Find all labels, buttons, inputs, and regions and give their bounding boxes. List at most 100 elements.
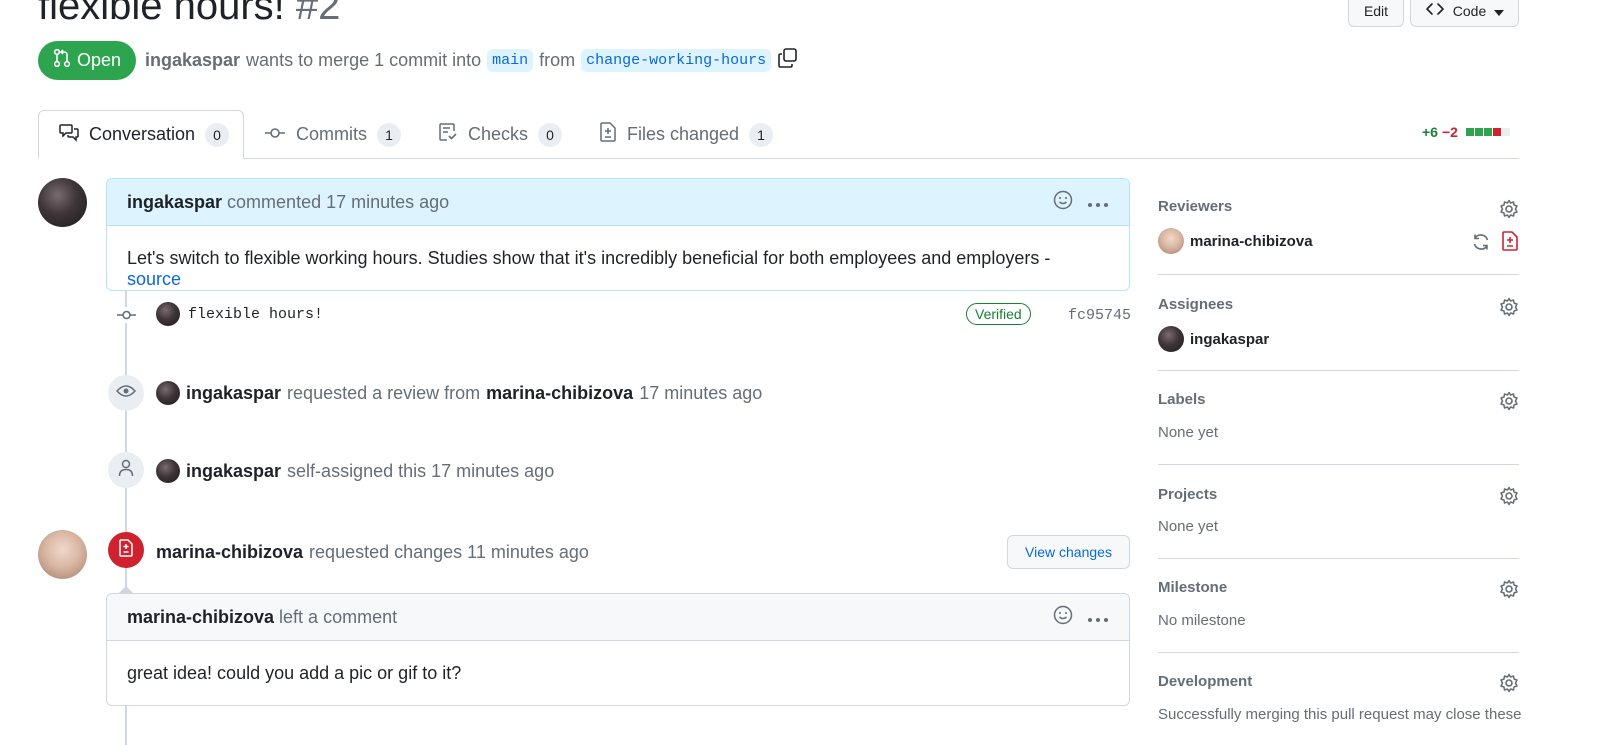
assign-event: ingakaspar self-assigned this 17 minutes… — [186, 459, 554, 483]
sidebar-development: Development Successfully merging this pu… — [1158, 673, 1522, 745]
event-target[interactable]: marina-chibizova — [486, 383, 633, 404]
sidebar-reviewers-title[interactable]: Reviewers — [1158, 198, 1519, 215]
tab-files-changed-label: Files changed — [627, 124, 740, 144]
tab-checks-count: 0 — [538, 122, 563, 147]
source-link[interactable]: source — [127, 269, 181, 289]
comment-body-text: Let's switch to flexible working hours. … — [127, 248, 1051, 268]
event-time[interactable]: 17 minutes ago — [639, 383, 762, 404]
sidebar-milestone-title[interactable]: Milestone — [1158, 579, 1519, 596]
tab-files-changed[interactable]: Files changed 1 — [579, 110, 793, 159]
file-diff-icon — [599, 122, 617, 147]
diff-bar-segment — [1483, 128, 1492, 136]
avatar — [1158, 228, 1184, 254]
projects-value: None yet — [1158, 518, 1219, 535]
diff-additions: +6 — [1422, 124, 1438, 140]
tab-conversation[interactable]: Conversation 0 — [38, 110, 244, 159]
diff-bar-segment — [1465, 128, 1474, 136]
sync-icon[interactable] — [1471, 232, 1491, 257]
sidebar-labels-title[interactable]: Labels — [1158, 391, 1519, 408]
state-label: Open — [77, 50, 122, 70]
smiley-icon[interactable] — [1053, 605, 1073, 630]
comment-discussion-icon — [59, 122, 79, 147]
copy-icon[interactable] — [777, 47, 799, 74]
git-pull-request-icon — [53, 48, 71, 73]
event-actor[interactable]: ingakaspar — [186, 383, 281, 404]
reviewer-item[interactable]: marina-chibizova — [1158, 228, 1313, 254]
avatar[interactable] — [38, 530, 87, 579]
event-actor[interactable]: ingakaspar — [186, 461, 281, 482]
changes-requested-icon — [1501, 231, 1519, 256]
kebab-horizontal-icon[interactable] — [1087, 192, 1109, 213]
tab-commits-count: 1 — [377, 122, 401, 147]
sidebar-divider — [1158, 370, 1519, 371]
avatar[interactable] — [156, 302, 180, 326]
comment-meta: left a comment — [279, 606, 398, 627]
code-button-label: Code — [1452, 2, 1487, 19]
comment-header: ingakaspar commented 17 minutes ago — [107, 179, 1129, 226]
diff-bar-segment — [1474, 128, 1483, 136]
event-actor[interactable]: marina-chibizova — [156, 542, 303, 563]
commit-message[interactable]: flexible hours! — [188, 306, 323, 323]
from-text: from — [539, 49, 576, 70]
verified-badge[interactable]: Verified — [966, 303, 1031, 325]
diffstat: +6 −2 — [1422, 124, 1510, 140]
git-commit-icon — [264, 124, 286, 145]
sidebar-development-title[interactable]: Development — [1158, 673, 1519, 690]
merge-summary: ingakaspar wants to merge 1 commit into … — [145, 47, 799, 73]
code-button[interactable]: Code — [1410, 0, 1519, 27]
comment-header: marina-chibizova left a comment — [107, 594, 1129, 641]
gear-icon[interactable] — [1499, 391, 1519, 416]
caret-down-icon — [1494, 3, 1505, 19]
avatar — [1158, 326, 1184, 352]
comment-author[interactable]: ingakaspar — [127, 192, 222, 213]
event-text: self-assigned this 17 minutes ago — [287, 460, 555, 481]
edit-button[interactable]: Edit — [1348, 0, 1404, 27]
pr-title: flexible hours! #2 — [38, 0, 340, 26]
tab-checks-label: Checks — [468, 124, 529, 144]
state-badge: Open — [38, 41, 136, 80]
sidebar-assignees-title[interactable]: Assignees — [1158, 296, 1519, 313]
edit-button-label: Edit — [1363, 2, 1389, 19]
avatar[interactable] — [38, 178, 87, 227]
development-value: Successfully merging this pull request m… — [1158, 706, 1522, 723]
sidebar-projects: Projects None yet — [1158, 486, 1519, 546]
tab-commits-label: Commits — [296, 124, 367, 144]
person-icon — [118, 459, 134, 482]
gear-icon[interactable] — [1499, 199, 1519, 224]
tab-checks[interactable]: Checks 0 — [418, 110, 582, 159]
tab-commits[interactable]: Commits 1 — [244, 110, 421, 159]
gear-icon[interactable] — [1499, 579, 1519, 604]
comment-body: great idea! could you add a pic or gif t… — [127, 663, 462, 683]
sidebar-reviewers: Reviewers marina-chibizova — [1158, 198, 1519, 258]
gear-icon[interactable] — [1499, 297, 1519, 322]
pr-author-link[interactable]: ingakaspar — [145, 50, 240, 71]
git-commit-icon — [117, 307, 136, 323]
comment: marina-chibizova left a comment great id… — [106, 593, 1130, 706]
sidebar-divider — [1158, 558, 1519, 559]
file-diff-icon — [118, 538, 134, 562]
timeline-badge — [108, 532, 144, 568]
head-branch[interactable]: change-working-hours — [581, 48, 772, 72]
comment-body: Let's switch to flexible working hours. … — [107, 226, 1129, 312]
assignee-name: ingakaspar — [1190, 330, 1270, 348]
avatar[interactable] — [156, 459, 180, 483]
kebab-horizontal-icon[interactable] — [1087, 607, 1109, 628]
gear-icon[interactable] — [1499, 486, 1519, 511]
assignee-item[interactable]: ingakaspar — [1158, 326, 1269, 352]
comment-author[interactable]: marina-chibizova — [127, 607, 274, 628]
reviewer-name: marina-chibizova — [1190, 232, 1313, 250]
sidebar-divider — [1158, 652, 1519, 653]
commit-sha[interactable]: fc95745 — [1068, 307, 1131, 324]
timeline-badge — [108, 375, 144, 411]
diff-bar-segment — [1501, 128, 1510, 136]
gear-icon[interactable] — [1499, 673, 1519, 698]
sidebar-projects-title[interactable]: Projects — [1158, 486, 1519, 503]
milestone-value: No milestone — [1158, 612, 1246, 629]
view-changes-button[interactable]: View changes — [1007, 535, 1130, 569]
smiley-icon[interactable] — [1053, 190, 1073, 215]
avatar[interactable] — [156, 381, 180, 405]
event-text: requested changes 11 minutes ago — [309, 541, 589, 562]
tab-conversation-label: Conversation — [89, 124, 196, 144]
comment-meta: commented 17 minutes ago — [227, 191, 450, 212]
base-branch[interactable]: main — [487, 48, 534, 72]
